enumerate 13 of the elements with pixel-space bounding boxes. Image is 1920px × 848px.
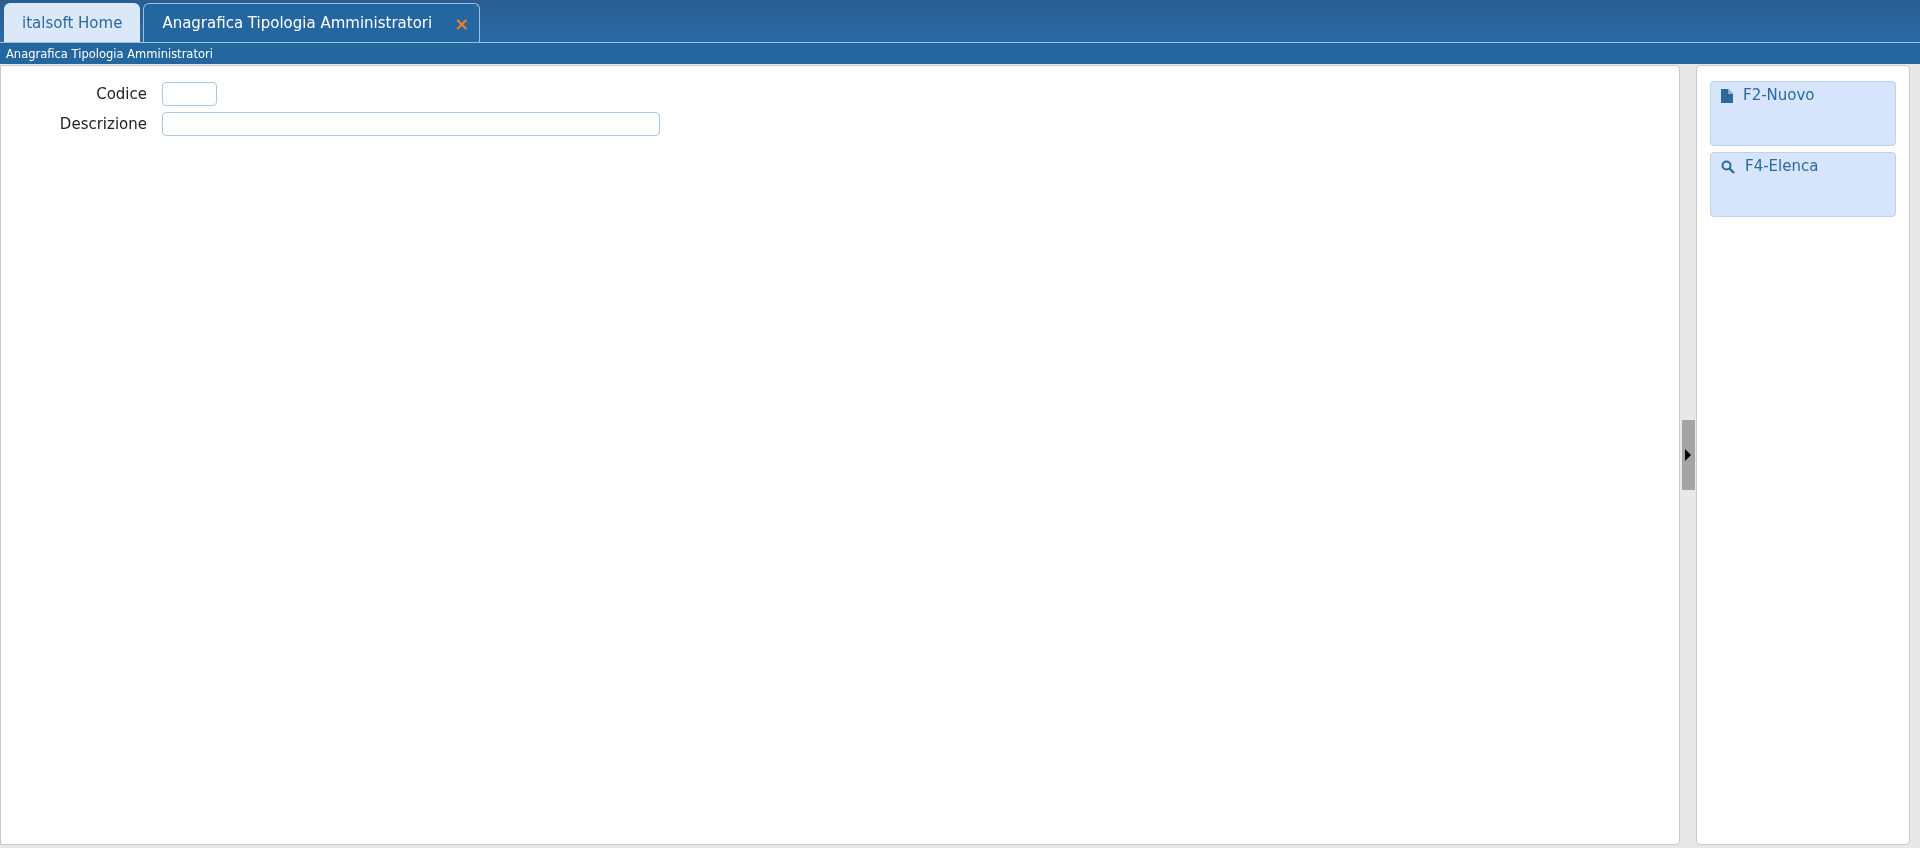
field-label: Codice bbox=[95, 85, 147, 103]
action-button[interactable]: F4-Elenca bbox=[1710, 152, 1896, 217]
breadcrumb: Anagrafica Tipologia Amministratori bbox=[6, 46, 213, 61]
triangle-icon bbox=[1684, 449, 1692, 461]
input-field[interactable] bbox=[162, 82, 217, 106]
input-field[interactable] bbox=[162, 112, 660, 136]
tab[interactable]: Anagrafica Tipologia Amministratori × bbox=[143, 3, 481, 42]
search-icon bbox=[1721, 160, 1735, 174]
collapse-handle[interactable] bbox=[1681, 420, 1695, 490]
field-label: Descrizione bbox=[58, 115, 147, 133]
document-icon bbox=[1721, 89, 1733, 103]
action-button[interactable]: F2-Nuovo bbox=[1710, 81, 1896, 146]
tab[interactable]: italsoft Home bbox=[4, 3, 141, 42]
